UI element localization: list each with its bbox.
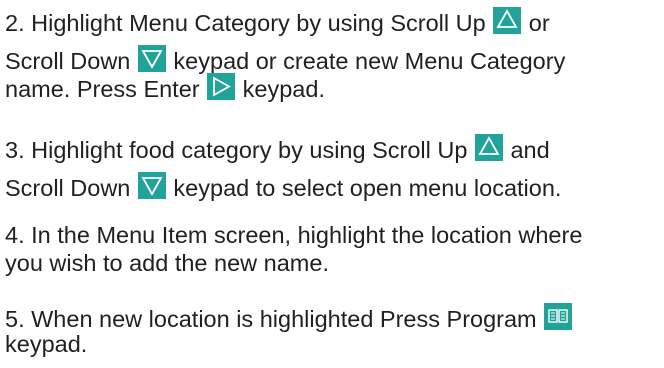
- step-2-line-1-text-b: or: [522, 10, 550, 36]
- step-2-line-2-text-a: Scroll Down: [5, 48, 137, 74]
- step-5-line-2: keypad.: [5, 331, 87, 358]
- step-2-line-3-text-b: keypad.: [236, 76, 325, 102]
- step-3-line-1-text-a: 3. Highlight food category by using Scro…: [5, 137, 474, 163]
- enter-key-icon: [207, 73, 236, 100]
- step-3-line-1-text-b: and: [503, 137, 550, 163]
- step-3-line-2-text-a: Scroll Down: [5, 175, 137, 201]
- step-4-line-1-text: 4. In the Menu Item screen, highlight th…: [5, 222, 583, 248]
- step-3-line-2-text-b: keypad to select open menu location.: [166, 175, 562, 201]
- step-4-line-1: 4. In the Menu Item screen, highlight th…: [5, 222, 582, 249]
- step-2-line-3: name. Press Enter keypad.: [5, 73, 325, 103]
- scroll-up-key-icon: [474, 134, 503, 161]
- step-5-line-1-text-a: 5. When new location is highlighted Pres…: [5, 306, 544, 332]
- step-2-line-1-text-a: 2. Highlight Menu Category by using Scro…: [5, 10, 493, 36]
- step-4-line-2: you wish to add the new name.: [5, 250, 329, 277]
- scroll-down-key-icon: [137, 172, 166, 199]
- scroll-down-key-icon: [137, 45, 166, 72]
- step-2-line-3-text-a: name. Press Enter: [5, 76, 207, 102]
- step-5-line-2-text: keypad.: [5, 331, 88, 357]
- step-3-line-1: 3. Highlight food category by using Scro…: [5, 134, 550, 164]
- program-book-icon: [544, 303, 573, 330]
- step-5-line-1: 5. When new location is highlighted Pres…: [5, 303, 573, 333]
- scroll-up-key-icon: [493, 7, 522, 34]
- step-2-line-2: Scroll Down keypad or create new Menu Ca…: [5, 45, 565, 75]
- step-2-line-1: 2. Highlight Menu Category by using Scro…: [5, 7, 550, 37]
- step-2-line-2-text-b: keypad or create new Menu Category: [166, 48, 566, 74]
- step-4-line-2-text: you wish to add the new name.: [5, 250, 329, 276]
- step-3-line-2: Scroll Down keypad to select open menu l…: [5, 172, 561, 202]
